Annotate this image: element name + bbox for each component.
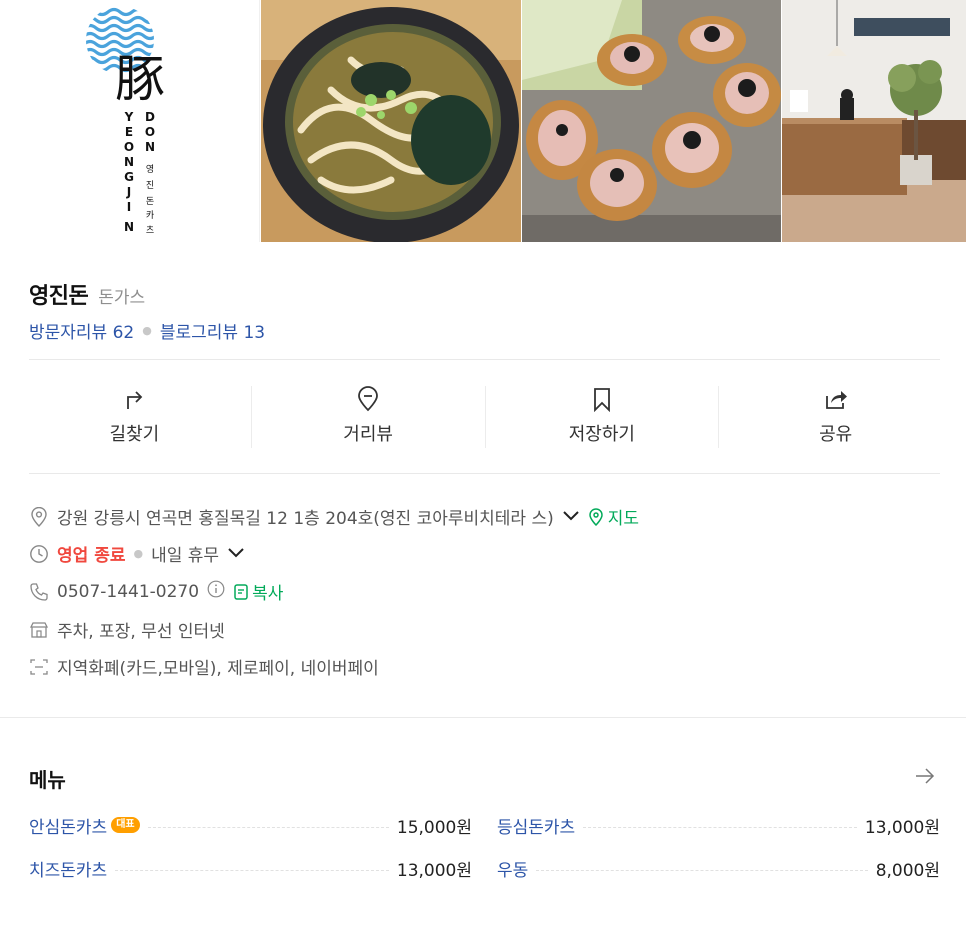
section-divider [0, 717, 966, 718]
separator-dot: ● [133, 547, 144, 560]
share-label: 공유 [819, 424, 853, 445]
copy-icon [234, 583, 248, 600]
logo-letter: D [145, 110, 155, 124]
blog-reviews-link[interactable]: 블로그리뷰 13 [160, 318, 265, 343]
place-category: 돈가스 [98, 288, 146, 308]
bookmark-icon [593, 388, 610, 412]
menu-item-name: 안심돈카츠 [29, 817, 108, 838]
info-icon[interactable] [207, 580, 225, 603]
udon-photo[interactable] [260, 0, 522, 242]
address-row: 강원 강릉시 연곡면 홍질목길 12 1층 204호(영진 코아루비치테라 스)… [29, 504, 639, 529]
address-text: 강원 강릉시 연곡면 홍질목길 12 1층 204호(영진 코아루비치테라 스) [57, 509, 554, 529]
hours-expand-chevron-icon[interactable] [227, 544, 245, 564]
logo-letter: N [124, 155, 134, 169]
hours-row[interactable]: 영업 종료 ● 내일 휴무 [29, 541, 245, 566]
logo-letter: O [124, 140, 134, 154]
logo-letter: G [124, 170, 134, 184]
payment-text: 지역화폐(카드,모바일), 제로페이, 네이버페이 [57, 659, 379, 679]
action-bar: 길찾기 거리뷰 저장하기 공유 [18, 380, 952, 452]
logo-letter: O [145, 125, 155, 139]
photo-strip: 豚 Y E O N G J I N D O N 영 진 돈 카 츠 [0, 0, 966, 242]
directions-button[interactable]: 길찾기 [18, 380, 251, 452]
next-status: 내일 휴무 [151, 546, 220, 566]
menu-item[interactable]: 안심돈카츠 대표 15,000원 [29, 812, 472, 838]
address-expand-chevron-icon[interactable] [562, 507, 580, 527]
katsu-photo[interactable] [522, 0, 782, 242]
menu-item[interactable]: 등심돈카츠 13,000원 [497, 812, 940, 838]
share-button[interactable]: 공유 [719, 380, 952, 452]
menu-item-name: 우동 [497, 860, 529, 881]
menu-item-price: 13,000원 [864, 817, 940, 838]
location-pin-icon [29, 506, 49, 527]
location-pin-icon [358, 386, 379, 412]
phone-row: 0507-1441-0270 복사 [29, 579, 283, 604]
logo-letter: E [125, 125, 133, 139]
place-name: 영진돈 [29, 284, 89, 309]
menu-title: 메뉴 [29, 768, 66, 792]
interior-image [782, 0, 966, 242]
streetview-label: 거리뷰 [343, 424, 393, 445]
katsu-image [522, 0, 782, 242]
place-title-row: 영진돈 돈가스 [29, 278, 145, 310]
logo-letter: I [127, 200, 131, 214]
interior-photo[interactable] [782, 0, 966, 242]
restaurant-logo: 豚 Y E O N G J I N D O N 영 진 돈 카 츠 [86, 7, 165, 236]
dotted-leader [147, 826, 389, 828]
separator-dot: ● [142, 324, 152, 337]
scan-icon [29, 657, 49, 677]
save-button[interactable]: 저장하기 [486, 380, 719, 452]
logo-photo[interactable]: 豚 Y E O N G J I N D O N 영 진 돈 카 츠 [0, 0, 260, 242]
phone-icon [29, 582, 49, 602]
menu-item[interactable]: 우동 8,000원 [497, 855, 940, 881]
divider [29, 473, 940, 474]
clock-icon [29, 544, 49, 564]
signature-badge: 대표 [111, 817, 140, 833]
copy-label: 복사 [252, 584, 284, 604]
directions-icon [127, 391, 143, 409]
logo-glyph: 豚 [115, 50, 165, 108]
amenities-text: 주차, 포장, 무선 인터넷 [57, 622, 225, 642]
menu-item-price: 13,000원 [396, 860, 472, 881]
map-label: 지도 [607, 509, 640, 529]
map-pin-icon [588, 507, 603, 526]
streetview-button[interactable]: 거리뷰 [252, 380, 485, 452]
menu-item-price: 15,000원 [396, 817, 472, 838]
logo-letter: J [126, 185, 131, 199]
svg-text:츠: 츠 [146, 225, 154, 236]
save-label: 저장하기 [568, 424, 635, 445]
dotted-leader [583, 826, 857, 828]
share-icon [825, 391, 847, 409]
logo-letter: N [145, 140, 155, 154]
svg-text:진: 진 [146, 180, 154, 191]
phone-number[interactable]: 0507-1441-0270 [57, 582, 199, 602]
review-counts: 방문자리뷰 62 ● 블로그리뷰 13 [29, 318, 265, 343]
payment-row: 지역화폐(카드,모바일), 제로페이, 네이버페이 [29, 654, 379, 679]
menu-item-price: 8,000원 [875, 860, 940, 881]
copy-phone-button[interactable]: 복사 [233, 579, 283, 604]
store-icon [29, 620, 49, 640]
map-link[interactable]: 지도 [588, 504, 639, 529]
svg-text:카: 카 [146, 210, 154, 221]
logo-letter: Y [124, 110, 134, 124]
udon-image [260, 0, 522, 242]
menu-item[interactable]: 치즈돈카츠 13,000원 [29, 855, 472, 881]
dotted-leader [115, 869, 389, 871]
directions-label: 길찾기 [109, 424, 160, 445]
svg-text:영: 영 [146, 164, 154, 175]
svg-text:돈: 돈 [146, 196, 154, 207]
divider [29, 359, 940, 360]
menu-more-arrow-icon[interactable] [913, 766, 937, 790]
dotted-leader [536, 869, 868, 871]
amenities-row: 주차, 포장, 무선 인터넷 [29, 617, 225, 642]
visitor-reviews-link[interactable]: 방문자리뷰 62 [29, 318, 134, 343]
menu-item-name: 치즈돈카츠 [29, 860, 108, 881]
menu-item-name: 등심돈카츠 [497, 817, 576, 838]
business-status: 영업 종료 [57, 546, 126, 566]
logo-letter: N [124, 220, 134, 234]
